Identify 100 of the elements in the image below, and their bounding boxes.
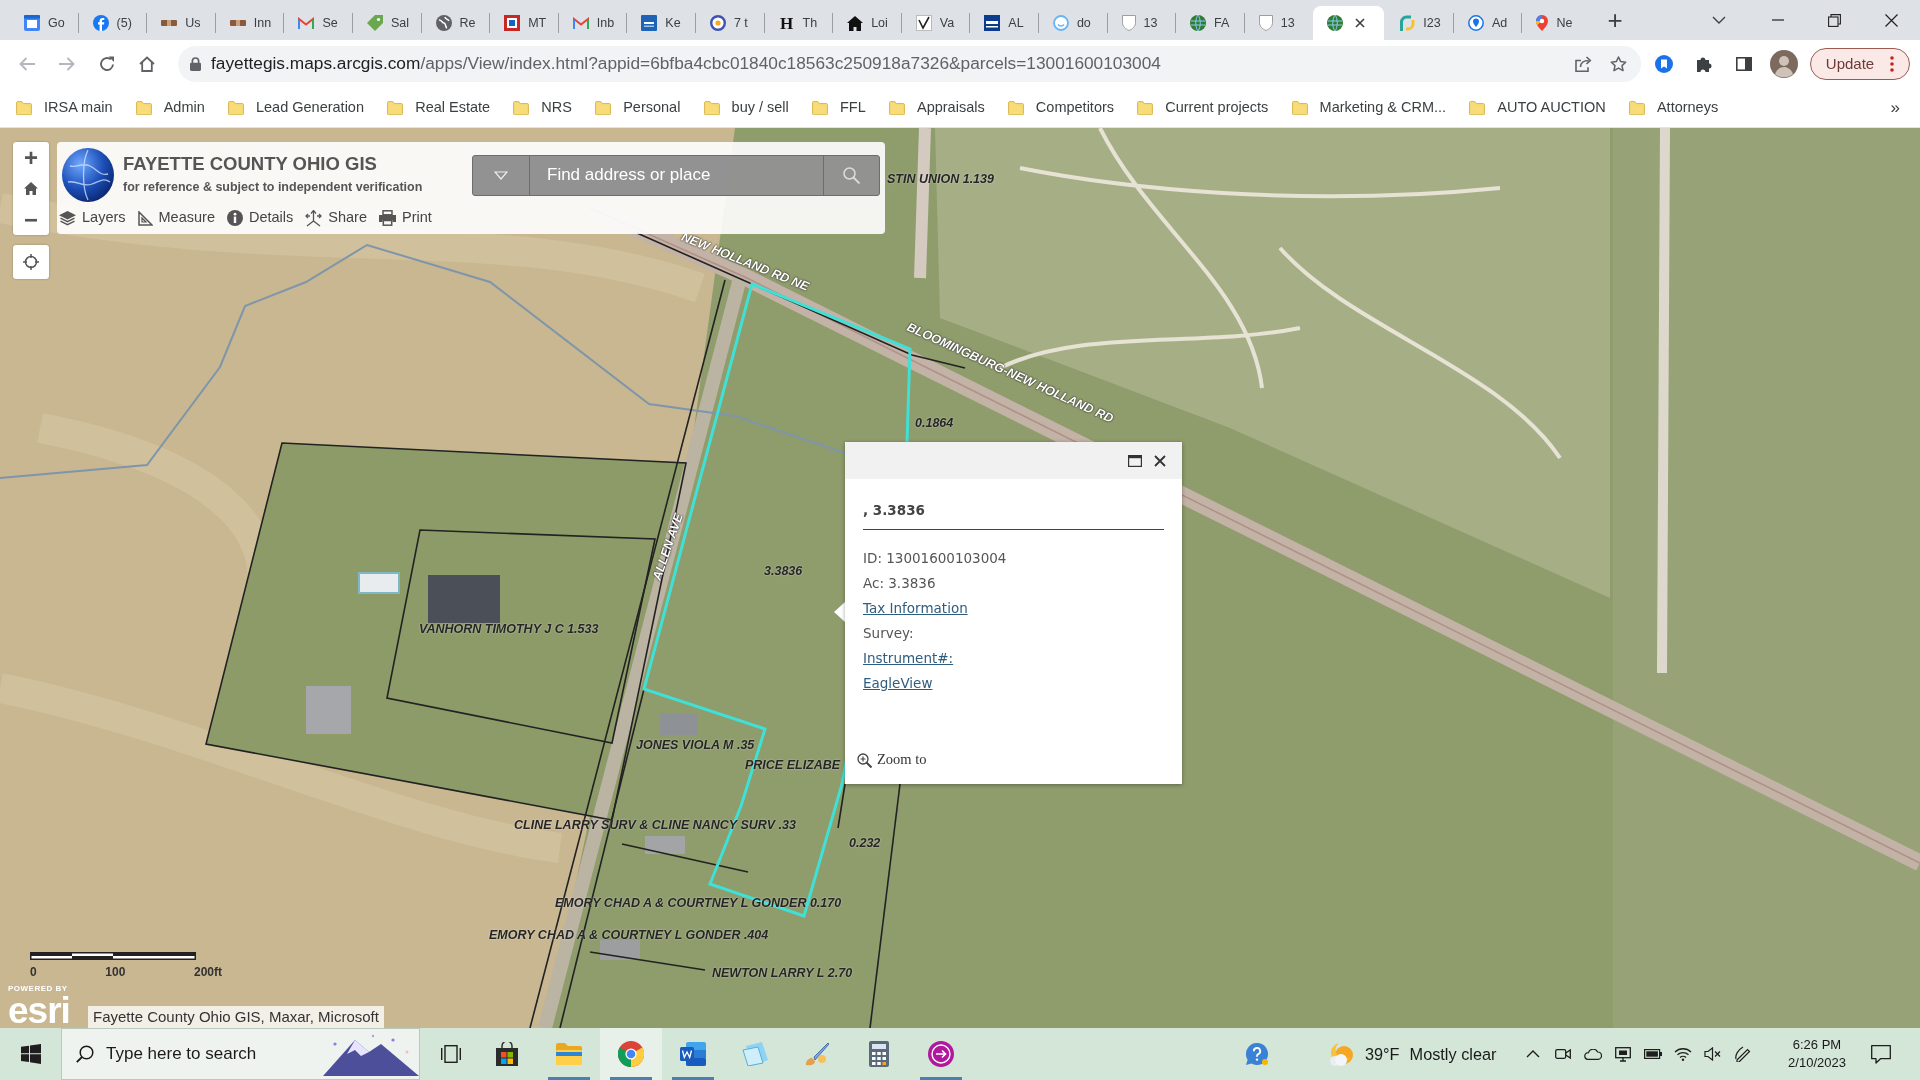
bookmark-folder[interactable]: NRS [501,93,584,122]
logo-letter: H [778,14,795,32]
close-popup-button[interactable] [1154,454,1166,467]
locate-button[interactable] [13,245,49,279]
browser-tab[interactable]: Va [901,6,970,40]
browser-tab[interactable]: Us [147,6,215,40]
browser-tab[interactable]: H Th [764,6,833,40]
browser-tab[interactable]: FA [1176,6,1244,40]
ring-icon [709,15,726,31]
clock-button[interactable]: 6:26 PM 2/10/2023 [1772,1028,1862,1080]
lock-icon [190,57,201,71]
weather-condition: Mostly clear [1409,1043,1497,1065]
folder-icon [1291,100,1308,115]
search-bar[interactable]: Find address or place [472,154,880,196]
search-field[interactable]: Find address or place [530,155,823,195]
bookmark-folder[interactable]: buy / sell [692,93,801,122]
share-icon[interactable] [1575,56,1592,72]
zoom-in-button[interactable]: + [13,142,49,173]
new-tab-button[interactable]: + [1598,3,1633,37]
parcel-label: 0.1864 [915,417,954,430]
browser-tab[interactable]: Inn [215,6,284,40]
toolbar-button[interactable]: Measure [137,207,215,229]
crosshair-icon [23,254,39,270]
browser-tab[interactable]: Sal [352,6,421,40]
browser-tab[interactable]: Loi [833,6,901,40]
smiley-icon [1052,15,1069,31]
close-icon[interactable] [1355,18,1366,28]
browser-tab[interactable]: Inb [558,6,627,40]
bookmark-folder[interactable]: Personal [583,93,692,122]
popup-link[interactable]: EagleView [863,671,1164,696]
toolbar-button[interactable]: Print [379,207,432,229]
folder-icon [1628,100,1645,115]
browser-tab[interactable]: AL [970,6,1038,40]
scale-label: 200ft [193,964,222,981]
browser-tab[interactable]: I23 [1385,6,1453,40]
bookmark-folder[interactable]: IRSA main [4,93,125,122]
browser-tab[interactable]: Ke [627,6,695,40]
browser-tab[interactable]: MT [490,6,558,40]
browser-tab[interactable]: Ad [1453,6,1522,40]
bookmark-folder[interactable]: Marketing & CRM... [1279,93,1458,122]
monitor-icon [1615,1046,1631,1062]
document-icon [680,1042,706,1066]
bookmark-folder[interactable]: Lead Generation [216,93,376,122]
side-panel-icon [1736,57,1752,71]
more-bookmarks-button[interactable]: » [1890,94,1900,121]
bookmark-folder[interactable]: Real Estate [375,93,502,122]
profile-button[interactable] [1767,47,1801,81]
browser-tab[interactable]: do [1038,6,1107,40]
browser-tab[interactable]: Go [10,6,78,40]
bookmark-folder[interactable]: Admin [124,93,217,122]
bookmark-folder[interactable]: FFL [800,93,878,122]
folder-icon [513,100,530,115]
browser-tab[interactable]: 7 t [695,6,764,40]
star-icon[interactable] [1610,56,1627,72]
speaker-muted-icon [1704,1047,1722,1061]
bookmark-folder[interactable]: Appraisals [877,93,997,122]
zoom-to-button[interactable]: Zoom to [857,749,927,771]
address-bar[interactable]: fayettegis.maps.arcgis.com/apps/View/index.html?appid=6bfba4cbc01840c18563c250918a7326&parcels=13001600103004 [178,46,1641,82]
browser-tab[interactable]: Ne [1522,6,1591,40]
update-button[interactable]: Update [1810,48,1910,80]
parcel-label: VANHORN TIMOTHY J C 1.533 [419,623,599,636]
restore-icon [1828,13,1841,27]
browser-tab[interactable]: (5) [78,6,147,40]
popup-link[interactable]: Instrument#: [863,646,1164,671]
browser-tab[interactable]: Se [284,6,352,40]
popup-title: , 3.3836 [863,500,1164,530]
bookmark-folder[interactable]: Attorneys [1617,93,1730,122]
taskbar-search-bar[interactable]: Type here to search [61,1028,420,1080]
toolbar-button[interactable]: Share [305,207,367,229]
maximize-button[interactable] [1128,454,1142,467]
browser-tab[interactable]: 13 [1244,6,1313,40]
browser-tab[interactable]: 13 [1107,6,1176,40]
bookmark-folder[interactable]: AUTO AUCTION [1457,93,1618,122]
folder-icon [227,100,244,115]
map-pin-icon [1536,15,1549,31]
weather-button[interactable]: 39°F Mostly clear [1325,1028,1518,1080]
notification-icon [1871,1044,1891,1064]
folder-icon [387,100,404,115]
popup-link[interactable]: Tax Information [863,596,1164,621]
popup-field: Ac: 3.3836 [863,571,1164,596]
toolbar-button[interactable]: Layers [59,207,126,229]
search-icon [843,166,860,184]
forward-arrow-icon [59,57,75,71]
search-icon [76,1045,94,1063]
weather-temperature: 39°F [1365,1043,1400,1065]
building-roof [660,713,698,735]
zoom-out-button[interactable]: − [13,204,49,235]
taskbar-search-field[interactable]: Type here to search [106,1041,311,1067]
tick-logo-icon [915,15,932,31]
home-icon [24,182,38,195]
close-icon [1885,13,1898,27]
building-roof [645,836,685,854]
browser-tab[interactable] [1313,6,1385,40]
envelope-icon [572,17,589,29]
building-roof [428,575,500,623]
home-icon [139,56,155,72]
bookmark-folder[interactable]: Competitors [996,93,1126,122]
bookmark-folder[interactable]: Current projects [1125,93,1280,122]
toolbar-button[interactable]: Details [226,207,294,229]
browser-tab[interactable]: Re [421,6,490,40]
